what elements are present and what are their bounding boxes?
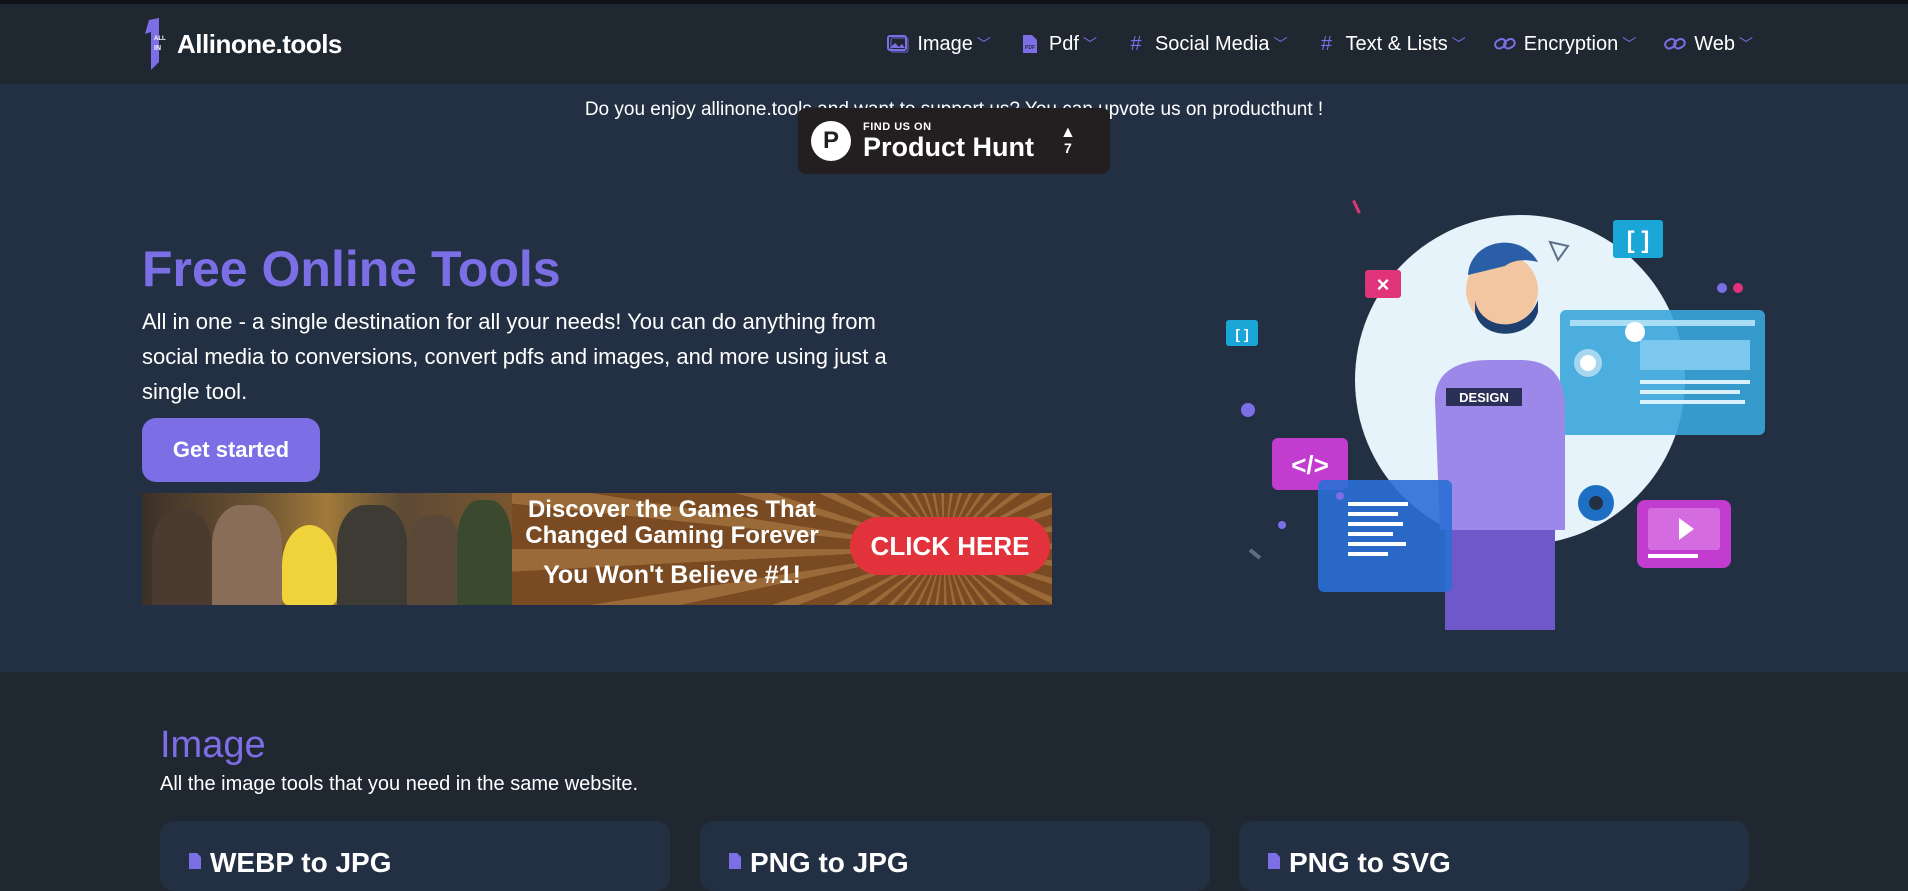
svg-text:[ ]: [ ] (1235, 326, 1248, 342)
nav-image[interactable]: Image ﹀ (887, 33, 991, 56)
ad-banner[interactable]: Discover the Games That Changed Gaming F… (142, 493, 1052, 605)
svg-text:</>: </> (1291, 450, 1329, 480)
site-logo[interactable]: ALL IN Allinone.tools (143, 18, 342, 70)
file-icon (728, 852, 742, 875)
svg-text:PDF: PDF (1025, 45, 1035, 51)
chevron-down-icon: ﹀ (1622, 36, 1637, 52)
brand-name: Allinone.tools (177, 28, 342, 59)
file-icon (1267, 852, 1281, 875)
section-title: Image (160, 724, 266, 766)
tool-card[interactable]: PNG to SVG (1239, 821, 1749, 891)
hash-icon: # (1130, 32, 1142, 55)
hero-description: All in one - a single destination for al… (142, 309, 887, 404)
hero-illustration: [ ] [ ] × DESIGN </> (1220, 199, 1780, 640)
image-icon (887, 35, 910, 53)
nav-text-lists[interactable]: # Text & Lists ﹀ (1315, 32, 1466, 56)
product-hunt-badge[interactable]: P FIND US ON Product Hunt ▲ 7 (798, 108, 1110, 174)
svg-text:×: × (1377, 272, 1390, 297)
chevron-down-icon: ﹀ (976, 36, 991, 52)
nav-encryption-label: Encryption (1523, 32, 1619, 55)
tool-card-title: PNG to JPG (750, 847, 909, 878)
tool-card[interactable]: WEBP to JPG (160, 821, 670, 891)
svg-text:IN: IN (154, 45, 161, 52)
nav-text-lists-label: Text & Lists (1345, 32, 1448, 55)
nav-pdf[interactable]: PDF Pdf ﹀ (1019, 33, 1097, 56)
tool-card[interactable]: PNG to JPG (700, 821, 1210, 891)
chevron-down-icon: ﹀ (1451, 36, 1466, 52)
ad-click-here-button[interactable]: CLICK HERE (850, 517, 1050, 575)
link-icon (1493, 36, 1516, 52)
nav-web[interactable]: Web ﹀ (1664, 33, 1753, 56)
nav-image-label: Image (917, 32, 973, 55)
upvote-arrow-icon: ▲ (1059, 124, 1076, 141)
ad-headline: Discover the Games That Changed Gaming F… (502, 497, 842, 590)
nav-web-label: Web (1694, 32, 1735, 55)
ad-line-3: You Won't Believe #1! (543, 561, 801, 589)
svg-text:ALL: ALL (154, 36, 166, 42)
hero-title: Free Online Tools (142, 241, 561, 297)
illustration-shirt-text: DESIGN (1459, 390, 1509, 405)
chevron-down-icon: ﹀ (1739, 36, 1753, 52)
tool-card-title: WEBP to JPG (210, 847, 392, 878)
pdf-file-icon: PDF (1019, 34, 1041, 54)
upvote-count: ▲ 7 (1059, 124, 1076, 157)
get-started-button[interactable]: Get started (142, 418, 320, 482)
section-description: All the image tools that you need in the… (160, 773, 639, 795)
logo-mark-icon: ALL IN (143, 18, 169, 70)
ad-game-characters-image (142, 493, 512, 605)
nav-encryption[interactable]: Encryption ﹀ (1493, 32, 1637, 56)
ad-line-2: Changed Gaming Forever (525, 522, 819, 549)
hash-icon: # (1320, 32, 1333, 55)
nav-pdf-label: Pdf (1048, 32, 1079, 55)
chevron-down-icon: ﹀ (1273, 36, 1288, 52)
tool-card-title: PNG to SVG (1289, 847, 1451, 878)
link-icon (1664, 36, 1686, 52)
chevron-down-icon: ﹀ (1082, 36, 1097, 52)
badge-big-text: Product Hunt (863, 132, 1034, 162)
file-icon (188, 852, 202, 875)
ad-line-1: Discover the Games That (527, 496, 817, 523)
product-hunt-logo-icon: P (811, 121, 851, 161)
nav-social-media[interactable]: # Social Media ﹀ (1125, 32, 1288, 56)
svg-text:[ ]: [ ] (1627, 227, 1650, 254)
nav-social-media-label: Social Media (1154, 32, 1270, 55)
site-header: ALL IN Allinone.tools Image ﹀ PDF Pdf ﹀ … (0, 4, 1908, 84)
vote-number: 7 (1064, 140, 1072, 156)
main-nav: Image ﹀ PDF Pdf ﹀ # Social Media ﹀ # Tex… (859, 4, 1753, 84)
